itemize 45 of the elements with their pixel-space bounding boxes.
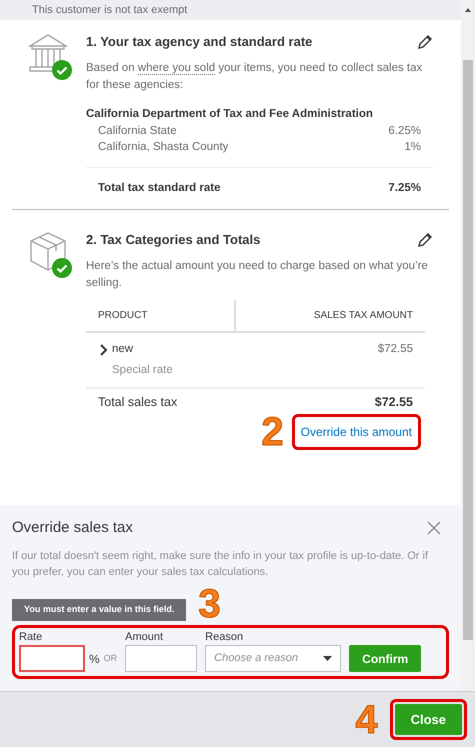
amount-input[interactable] [125,645,198,672]
or-separator: OR [104,652,118,665]
section-description: Here’s the actual amount you need to charge based on what you’re selling. [86,258,429,290]
location-link[interactable]: where you sold [138,62,216,74]
error-tooltip: You must enter a value in this field. [12,599,186,620]
jurisdiction-name: California, Shasta County [98,140,228,155]
panel-title: Override sales tax [12,518,133,538]
override-link[interactable]: Override this amount [300,424,412,439]
column-header: PRODUCT [86,300,236,330]
step-number: 4 [355,700,378,740]
field-label: Amount [125,630,164,644]
section-description: Based on where you sold your items, you need to collect sales tax for these agencies: [86,60,424,92]
pencil-icon[interactable] [417,34,433,50]
product-name: new [112,342,134,356]
percent-sign: % [89,650,100,668]
field-label: Reason [205,630,244,644]
pencil-icon[interactable] [417,232,433,248]
close-icon[interactable] [427,521,441,536]
total-rate-label: Total tax standard rate [98,180,220,196]
jurisdiction-rate: 1% [404,140,421,155]
override-description: If our total doesn't seem right, make sure the info in your tax profile is up-to-date. Or if you prefer, you can enter your sales tax calculations. [12,548,430,580]
tax-amount: $72.55 [378,342,413,356]
total-sales-tax-value: $72.55 [374,394,413,411]
column-header: SALES TAX AMOUNT [312,308,414,322]
total-sales-tax-label: Total sales tax [98,394,178,411]
chevron-right-icon[interactable] [98,344,108,356]
rate-note: Special rate [112,362,173,378]
step-number: 3 [198,582,221,626]
total-rate-value: 7.25% [388,180,421,196]
section-title: 2. Tax Categories and Totals [86,231,260,249]
step-number: 2 [261,412,284,452]
section-title: 1. Your tax agency and standard rate [86,33,312,51]
jurisdiction-name: California State [98,124,177,139]
check-badge-icon [52,258,72,278]
rate-input[interactable] [19,645,85,672]
confirm-button[interactable]: Confirm [349,645,422,672]
tax-exempt-note: This customer is not tax exempt [32,2,188,18]
reason-dropdown[interactable]: Choose a reason [205,645,342,672]
jurisdiction-rate: 6.25% [388,124,421,139]
caret-icon [323,656,332,661]
field-label: Rate [19,630,44,644]
close-button[interactable]: Close [394,704,462,736]
agency-name: California Department of Tax and Fee Administration [86,106,374,122]
check-badge-icon [52,60,72,80]
scrollbar[interactable] [461,0,475,691]
